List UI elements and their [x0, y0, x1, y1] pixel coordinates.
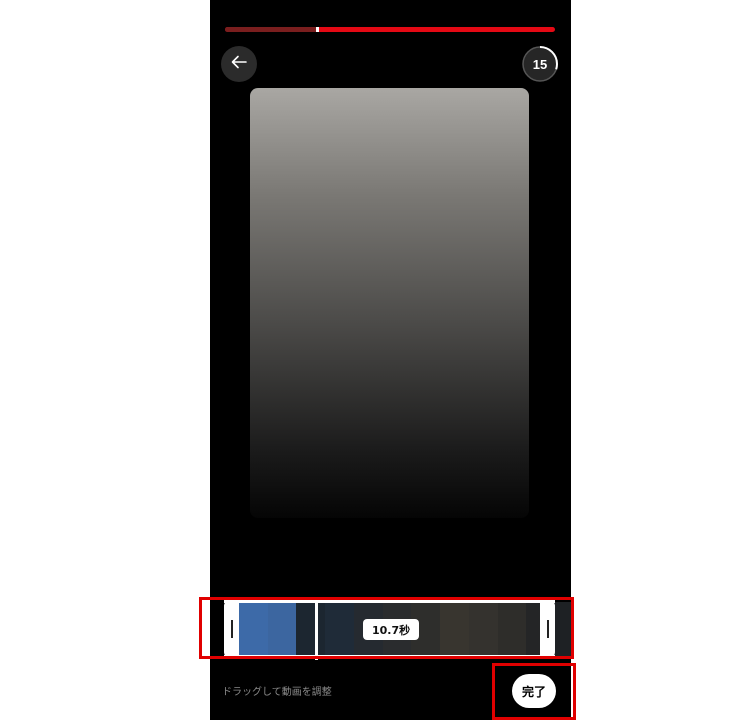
timeline-frame: [440, 602, 469, 656]
progress-marker: [316, 27, 320, 32]
timeline-frame: [296, 602, 326, 656]
video-preview[interactable]: [250, 88, 529, 518]
done-button[interactable]: 完了: [512, 674, 556, 708]
back-button[interactable]: [221, 46, 257, 82]
timeline-frame: [325, 602, 354, 656]
timeline-frame: [468, 602, 498, 656]
page: 15 10.7秒 ドラッグして動画を調整 完了: [0, 0, 756, 720]
timer-label: 15: [532, 56, 548, 72]
phone-screen: 15 10.7秒 ドラッグして動画を調整 完了: [210, 0, 571, 720]
handle-grip: [546, 620, 549, 638]
timeline-frame: [239, 602, 268, 656]
timeline-frame: [497, 602, 527, 656]
story-progress-bar: [225, 27, 555, 32]
playhead[interactable]: [315, 598, 318, 660]
progress-fill: [225, 27, 318, 32]
timeline-overflow: [555, 602, 571, 656]
trim-handle-start[interactable]: [224, 600, 239, 658]
trim-handle-end[interactable]: [540, 600, 555, 658]
hint-text: ドラッグして動画を調整: [222, 687, 332, 698]
duration-badge: 10.7秒: [363, 619, 420, 640]
handle-grip: [230, 620, 233, 638]
arrow-left-icon: [230, 53, 248, 75]
clip-length-timer[interactable]: 15: [520, 44, 560, 84]
timeline-frame: [267, 602, 297, 656]
